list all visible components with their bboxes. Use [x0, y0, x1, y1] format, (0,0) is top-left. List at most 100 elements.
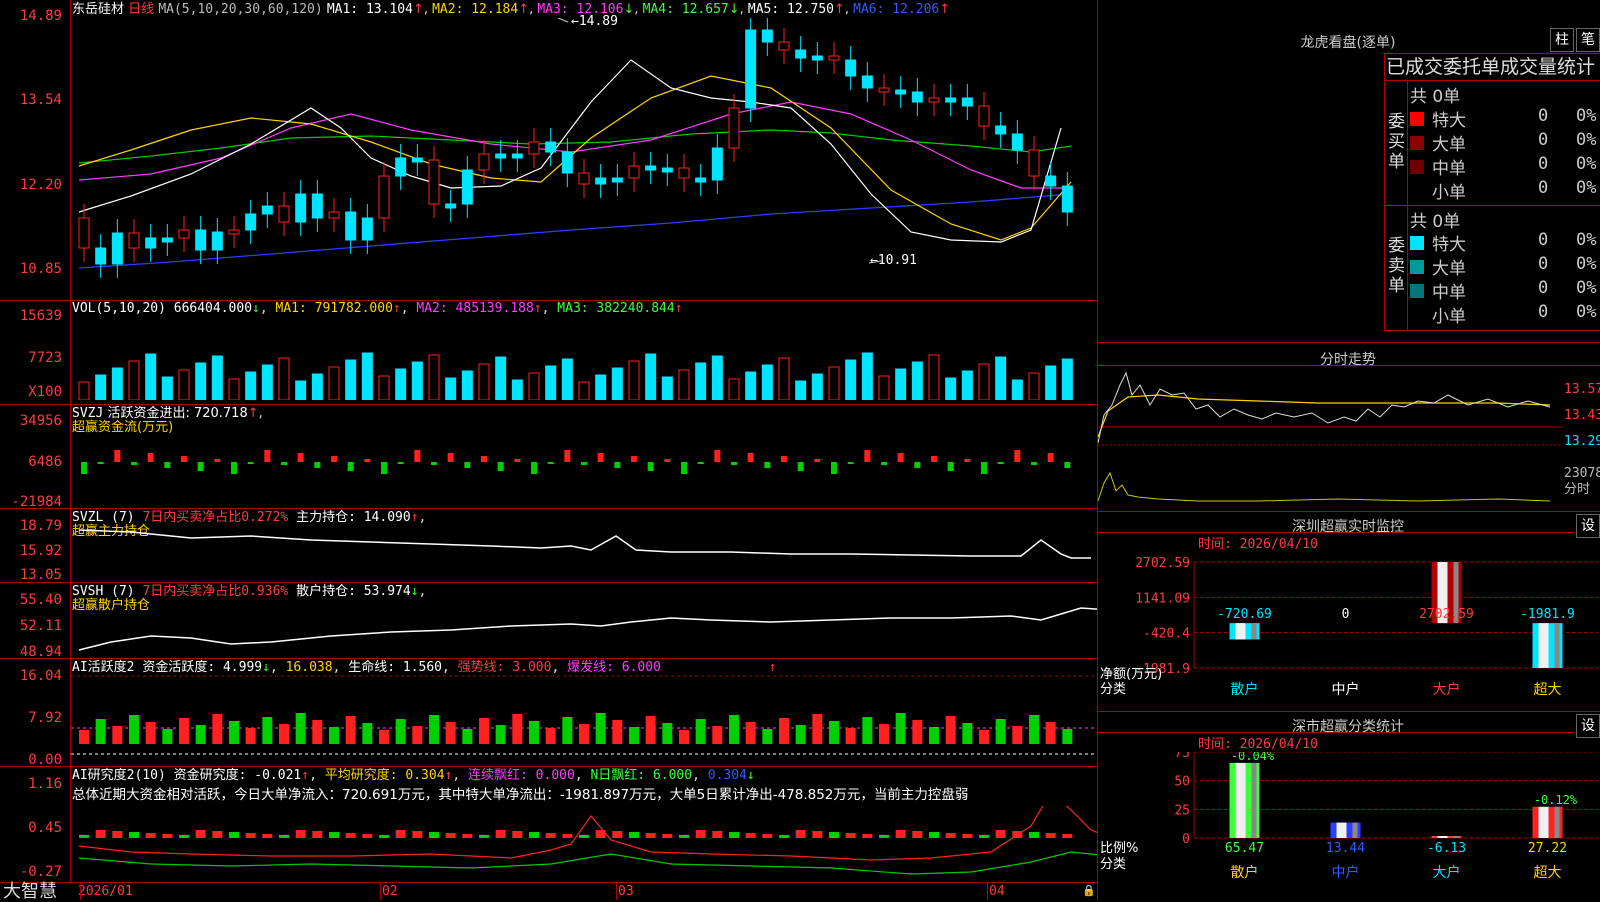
candle-body	[228, 229, 240, 235]
svzl-ytick-2: 15.92	[19, 543, 62, 559]
sell-medium-label: 中单	[1432, 283, 1466, 303]
bar-value-label: 2702.59	[1419, 607, 1474, 622]
candle-body	[211, 231, 223, 251]
research-bar	[995, 830, 1006, 838]
flow-bar	[531, 462, 537, 474]
period-label[interactable]: 日线	[128, 2, 154, 17]
candle-body	[161, 237, 173, 243]
flow-bar	[547, 462, 554, 464]
intraday-price-low: 13.29	[1564, 434, 1600, 449]
vol-ma3: MA3: 382240.844	[557, 301, 675, 316]
flow-bar	[364, 459, 371, 462]
buy-medium-label: 中单	[1432, 159, 1466, 179]
bar-value-label: 13.44	[1326, 841, 1365, 856]
candle-body	[411, 157, 423, 163]
sz-monitor-panel: 深圳超赢实时监控 设 时间: 2026/04/10 2702.59 1141.09…	[1098, 512, 1600, 710]
candle-body	[695, 177, 707, 183]
research-bar	[129, 832, 139, 838]
flow-bar	[464, 462, 471, 468]
bar-value-label: 65.47	[1225, 841, 1264, 856]
activity-bar	[679, 730, 689, 744]
activity-bar	[1045, 722, 1056, 744]
sz-category-time: 时间: 2026/04/10	[1198, 737, 1318, 752]
flow-bar	[1047, 453, 1054, 462]
flow-bar	[1014, 450, 1021, 462]
flow-bar	[631, 456, 637, 462]
svsh-ytick-3: 48.94	[19, 644, 62, 660]
sz-monitor-time: 时间: 2026/04/10	[1198, 537, 1318, 552]
bar-category-label: 超大	[1534, 865, 1562, 881]
volume-bar	[145, 353, 157, 400]
intraday-volume-value: 23078	[1564, 466, 1600, 481]
flow-bar	[814, 459, 821, 462]
vol-ytick-1: 15639	[19, 308, 62, 324]
volume-bar	[645, 353, 657, 400]
activity-bar	[262, 717, 273, 744]
activity-bar	[295, 713, 306, 744]
volume-bar	[95, 374, 107, 400]
candle-body	[795, 49, 807, 59]
volume-bar	[411, 361, 423, 400]
sz-category-settings-button[interactable]: 设	[1576, 714, 1600, 738]
research-bar	[779, 835, 789, 838]
buy-large-label: 大单	[1432, 135, 1466, 155]
intraday-price-high: 13.57	[1564, 382, 1600, 397]
flow-bar	[497, 462, 504, 471]
volume-bar	[595, 374, 607, 400]
chart-ytick: 25	[1174, 803, 1190, 818]
volume-bar	[845, 359, 857, 400]
svzj-chart	[81, 450, 1071, 474]
research-bar	[629, 832, 639, 838]
sell-large-label: 大单	[1432, 259, 1466, 279]
research-bar	[895, 830, 906, 838]
research-bar	[712, 831, 723, 838]
flow-bar	[947, 462, 954, 471]
volume-bar	[795, 380, 807, 400]
volume-bar	[395, 368, 407, 400]
activity-bar	[929, 727, 939, 744]
bar-mode-button[interactable]: 柱	[1550, 28, 1574, 52]
candle-body	[378, 175, 390, 219]
sell-large-pct: 0%	[1576, 254, 1597, 274]
sell-tedal-swatch	[1410, 236, 1424, 250]
research-bar	[145, 833, 156, 838]
research-bar	[329, 832, 339, 838]
intraday-panel[interactable]: 分时走势 13.57 13.43 13.29 23078 分时	[1098, 343, 1600, 511]
candle-body	[828, 55, 840, 61]
sz-monitor-settings-button[interactable]: 设	[1576, 514, 1600, 538]
candle-body	[545, 141, 557, 153]
research-bar	[562, 834, 573, 838]
date-tick-1: 2026/01	[78, 884, 133, 899]
flow-bar	[914, 462, 921, 468]
bar-shade	[1251, 623, 1257, 640]
chart-ytick: 50	[1174, 775, 1190, 790]
activity-bar	[95, 719, 106, 744]
research-bar	[612, 831, 623, 838]
volume-bar	[178, 369, 190, 400]
chart-ytick: 1141.09	[1135, 591, 1190, 606]
activity-bar	[195, 725, 206, 744]
tick-mode-button[interactable]: 笔	[1576, 28, 1600, 52]
activity-bar	[995, 719, 1006, 744]
candle-body	[178, 229, 190, 239]
volume-bar	[1061, 358, 1073, 400]
candle-body	[961, 97, 973, 107]
research-bar	[579, 835, 589, 838]
main-chart-area[interactable]: 东岳硅材 日线 MA(5,10,20,30,60,120) MA1: 13.10…	[0, 0, 1098, 901]
flow-bar	[97, 462, 104, 464]
activity-bar	[495, 725, 506, 744]
candlestick-chart[interactable]	[71, 18, 1097, 300]
volume-bar	[761, 364, 773, 400]
lock-icon[interactable]: 🔒	[1082, 884, 1096, 898]
flow-bar	[697, 462, 704, 464]
volume-bar	[778, 357, 790, 400]
activity-bar	[395, 719, 406, 744]
sz-category-title: 深市超赢分类统计	[1292, 719, 1404, 735]
volume-bar	[911, 361, 923, 400]
longhu-panel: 龙虎看盘(逐单) 柱 笔 已成交委托单成交量统计 委买单 委卖单 共 0单 共 …	[1098, 0, 1600, 342]
volume-bar	[561, 358, 573, 400]
candle-body	[678, 167, 690, 179]
stock-name[interactable]: 东岳硅材	[72, 2, 124, 17]
sell-total: 共 0单	[1410, 212, 1461, 232]
flow-bar	[481, 456, 487, 462]
